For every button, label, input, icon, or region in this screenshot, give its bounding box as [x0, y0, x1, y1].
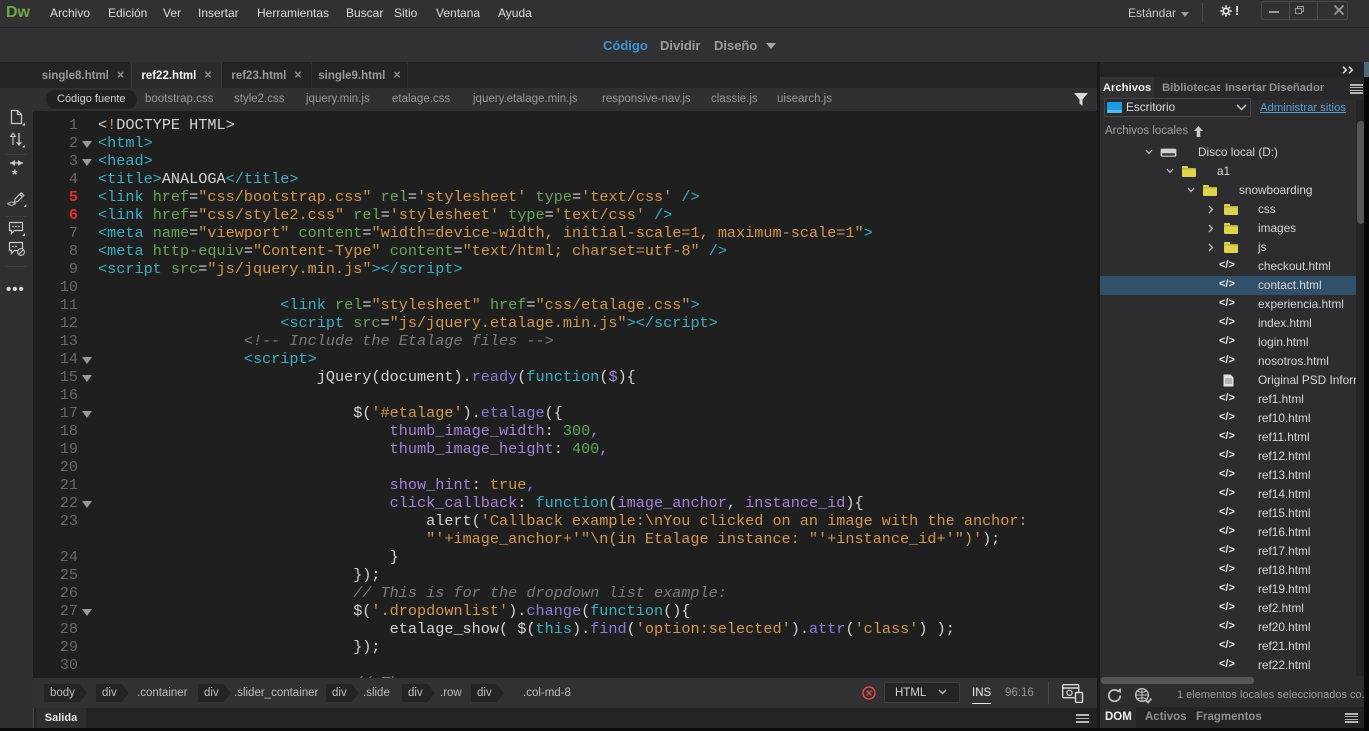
svg-text:<>: <>	[7, 199, 16, 209]
svg-text:*: *	[12, 166, 18, 182]
